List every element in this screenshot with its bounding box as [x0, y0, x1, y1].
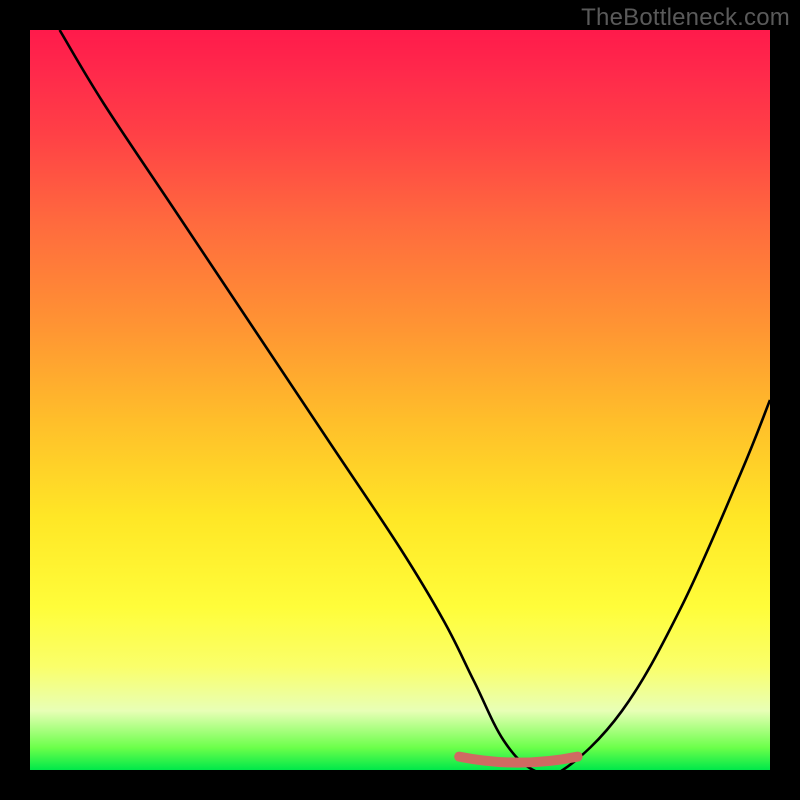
bottleneck-curve [60, 30, 770, 770]
curve-svg [30, 30, 770, 770]
plot-area [30, 30, 770, 770]
watermark-text: TheBottleneck.com [581, 4, 790, 32]
chart-frame: TheBottleneck.com [0, 0, 800, 800]
